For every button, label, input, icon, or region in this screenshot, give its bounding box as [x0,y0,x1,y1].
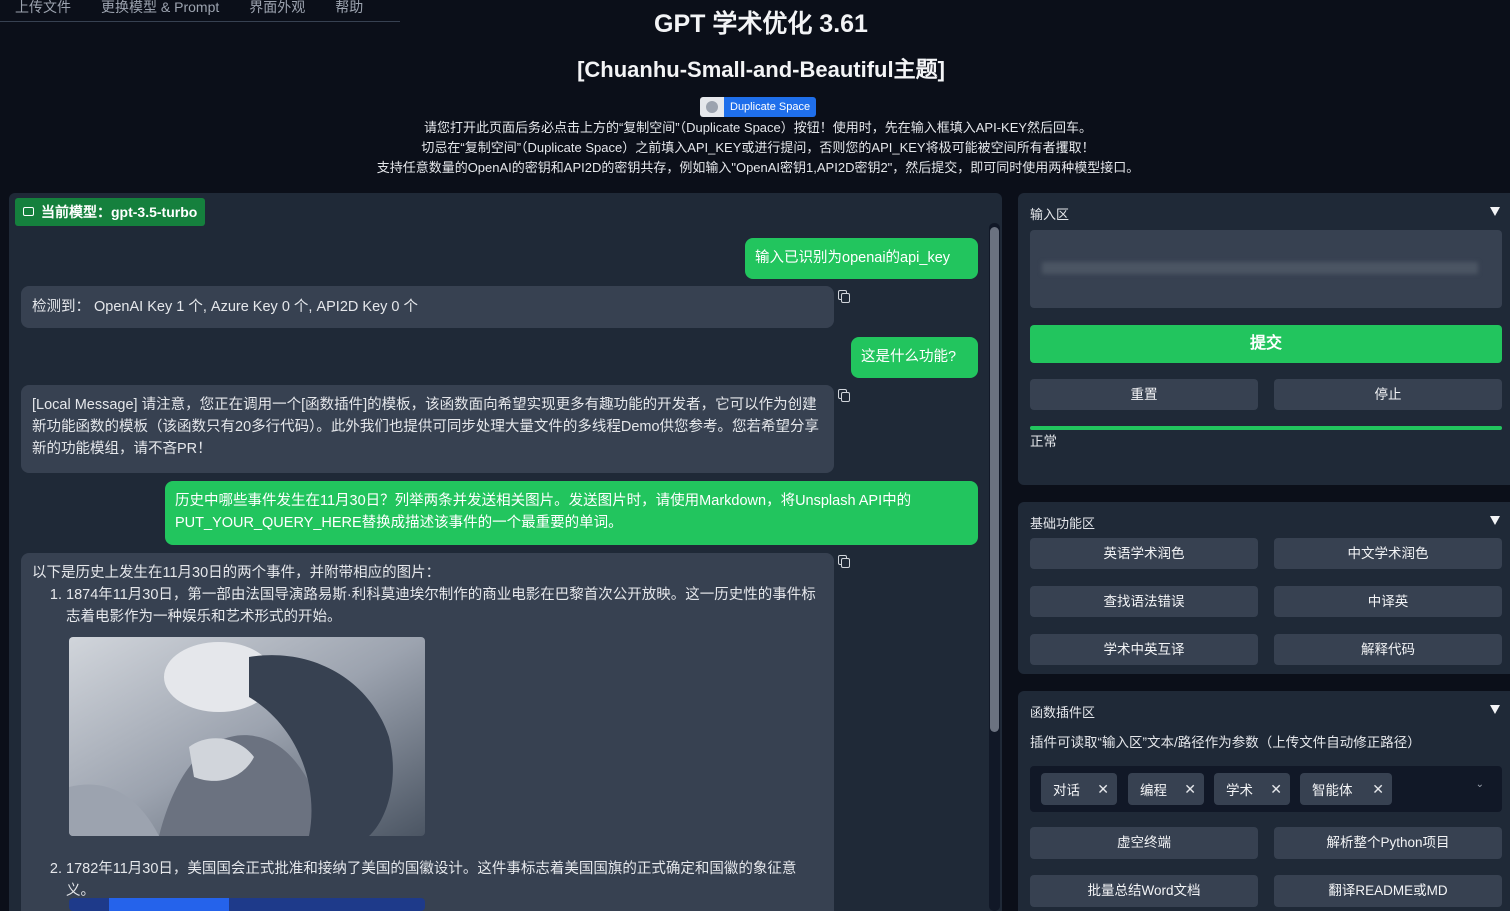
plugin-tag-select[interactable]: 对话 ✕ 编程 ✕ 学术 ✕ 智能体 ✕ ⌄ [1030,766,1502,812]
zh-to-en-button[interactable]: 中译英 [1274,586,1502,617]
plugin-panel-title: 函数插件区 [1030,705,1096,720]
event-photo [69,637,425,836]
academic-translate-button[interactable]: 学术中英互译 [1030,634,1258,665]
chatbot-panel: 当前模型：gpt-3.5-turbo 输入已识别为openai的api_key … [9,193,1002,911]
notice-text: 请您打开此页面后务必点击上方的“复制空间”（Duplicate Space）按钮… [0,118,1510,178]
stop-button[interactable]: 停止 [1274,379,1502,410]
list-item: 1. 1874年11月30日，第一部由法国导演路易斯·利科莫迪埃尔制作的商业电影… [32,584,823,628]
tag-chip: 学术 ✕ [1214,773,1290,805]
copy-icon[interactable] [838,555,850,568]
tag-chip: 对话 ✕ [1041,773,1117,805]
input-panel: 输入区 提交 重置 停止 正常 [1018,193,1510,485]
void-terminal-button[interactable]: 虚空终端 [1030,827,1258,859]
parse-python-project-button[interactable]: 解析整个Python项目 [1274,827,1502,859]
plugin-panel: 函数插件区 插件可读取“输入区”文本/路径作为参数（上传文件自动修正路径） 对话… [1018,691,1510,911]
grammar-check-button[interactable]: 查找语法错误 [1030,586,1258,617]
user-message: 这是什么功能? [851,337,978,378]
remove-tag-icon[interactable]: ✕ [1270,781,1282,798]
remove-tag-icon[interactable]: ✕ [1184,781,1196,798]
progress-track [1030,426,1502,430]
collapse-triangle-icon[interactable] [1490,207,1500,216]
progress-fill [1030,426,1502,430]
list-number: 2. [49,861,62,877]
page-subtitle: [Chuanhu-Small-and-Beautiful主题] [577,57,945,82]
plugin-hint: 插件可读取“输入区”文本/路径作为参数（上传文件自动修正路径） [1030,735,1421,750]
current-model-badge: 当前模型：gpt-3.5-turbo [15,198,206,226]
basic-panel-title: 基础功能区 [1030,516,1096,531]
user-message: 历史中哪些事件发生在11月30日？列举两条并发送相关图片。发送图片时，请使用Ma… [165,481,978,545]
event-photo [69,898,425,911]
list-item-text: 1782年11月30日，美国国会正式批准和接纳了美国的国徽设计。这件事标志着美国… [66,861,797,899]
copy-icon[interactable] [838,290,850,303]
list-number: 1. [49,587,62,603]
remove-tag-icon[interactable]: ✕ [1097,781,1109,798]
tag-label: 编程 [1140,783,1167,798]
bot-message-intro: 以下是历史上发生在11月30日的两个事件，并附带相应的图片： [32,565,441,581]
chat-scrollbar[interactable] [989,223,1000,911]
duplicate-space-button[interactable]: Duplicate Space [700,97,817,117]
scrollbar-thumb[interactable] [990,227,999,732]
tag-label: 智能体 [1312,783,1353,798]
notice-line: 请您打开此页面后务必点击上方的“复制空间”（Duplicate Space）按钮… [423,120,1093,135]
copy-icon[interactable] [838,389,850,402]
bot-message: 检测到： OpenAI Key 1 个, Azure Key 0 个, API2… [21,286,834,328]
status-text: 正常 [1030,434,1057,449]
translate-readme-button[interactable]: 翻译README或MD [1274,875,1502,907]
explain-code-button[interactable]: 解释代码 [1274,634,1502,665]
chat-bubble-icon [23,207,34,216]
bot-message: [Local Message] 请注意，您正在调用一个[函数插件]的模板，该函数… [21,385,834,473]
user-message: 输入已识别为openai的api_key [745,238,978,279]
page-title: GPT 学术优化 3.61 [654,10,868,38]
collapse-triangle-icon[interactable] [1490,705,1500,714]
tag-label: 学术 [1226,783,1253,798]
tag-chip: 编程 ✕ [1128,773,1204,805]
input-textarea[interactable] [1030,230,1502,308]
input-panel-title: 输入区 [1030,207,1070,222]
tag-label: 对话 [1053,783,1080,798]
dropdown-caret-icon[interactable]: ⌄ [1476,779,1484,790]
english-polish-button[interactable]: 英语学术润色 [1030,538,1258,569]
notice-line: 切忌在“复制空间”（Duplicate Space）之前填入API_KEY或进行… [421,140,1095,155]
reset-button[interactable]: 重置 [1030,379,1258,410]
basic-functions-panel: 基础功能区 英语学术润色 中文学术润色 查找语法错误 中译英 学术中英互译 解释… [1018,502,1510,674]
duplicate-icon [700,97,724,117]
collapse-triangle-icon[interactable] [1490,516,1500,525]
duplicate-space-label: Duplicate Space [724,97,817,117]
blurred-api-key [1042,262,1478,274]
current-model-label: 当前模型：gpt-3.5-turbo [41,204,198,220]
tag-chip: 智能体 ✕ [1300,773,1392,805]
chinese-polish-button[interactable]: 中文学术润色 [1274,538,1502,569]
remove-tag-icon[interactable]: ✕ [1372,781,1384,798]
submit-button[interactable]: 提交 [1030,325,1502,363]
list-item: 2. 1782年11月30日，美国国会正式批准和接纳了美国的国徽设计。这件事标志… [32,858,823,902]
summarize-word-button[interactable]: 批量总结Word文档 [1030,875,1258,907]
notice-line: 支持任意数量的OpenAI的密钥和API2D的密钥共存，例如输入"OpenAI密… [376,160,1140,175]
list-item-text: 1874年11月30日，第一部由法国导演路易斯·利科莫迪埃尔制作的商业电影在巴黎… [66,587,816,625]
